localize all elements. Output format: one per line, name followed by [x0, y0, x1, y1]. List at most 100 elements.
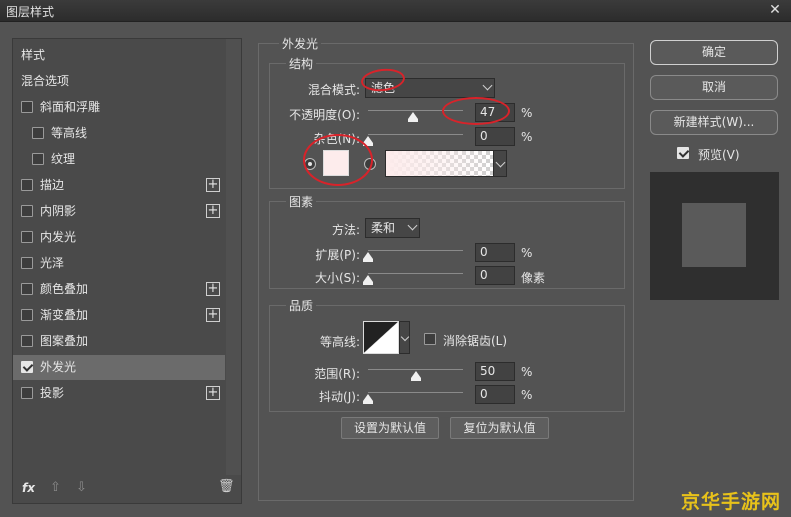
style-item-checkbox[interactable]: [21, 231, 33, 243]
style-preview: [650, 172, 779, 300]
style-item-checkbox[interactable]: [21, 335, 33, 347]
noise-slider[interactable]: [363, 134, 463, 146]
trash-icon[interactable]: 🗑: [218, 479, 235, 494]
chevron-down-icon: [482, 80, 493, 91]
style-item-label: 颜色叠加: [40, 282, 89, 296]
contour-label: 等高线:: [319, 335, 360, 349]
spread-unit: %: [521, 246, 533, 260]
style-item-checkbox[interactable]: [32, 127, 44, 139]
style-item-checkbox[interactable]: [21, 283, 33, 295]
style-item-label: 内发光: [40, 230, 77, 244]
style-item-checkbox[interactable]: [21, 101, 33, 113]
move-up-icon[interactable]: ⇧: [50, 480, 61, 495]
cancel-button[interactable]: 取消: [650, 75, 778, 100]
style-item-label: 投影: [40, 386, 65, 400]
style-item-label: 样式: [21, 48, 46, 62]
size-slider-thumb[interactable]: [363, 275, 373, 285]
style-item[interactable]: 斜面和浮雕: [13, 95, 225, 120]
style-item-checkbox[interactable]: [21, 387, 33, 399]
style-item[interactable]: 描边 +: [13, 173, 225, 198]
style-item-checkbox[interactable]: [21, 361, 33, 373]
structure-title: 结构: [286, 55, 317, 72]
size-input[interactable]: 0: [475, 266, 515, 285]
elements-title: 图素: [286, 193, 317, 210]
add-effect-icon[interactable]: +: [206, 308, 220, 322]
annotation-circle-color: [303, 134, 373, 186]
style-item[interactable]: 样式: [13, 43, 225, 68]
opacity-label: 不透明度(O):: [289, 108, 360, 122]
style-item[interactable]: 等高线: [13, 121, 225, 146]
noise-slider-thumb[interactable]: [363, 136, 373, 146]
add-effect-icon[interactable]: +: [206, 282, 220, 296]
styles-list-panel: 样式 混合选项 斜面和浮雕 等高线 纹理 描边 + 内阴影 + 内发光 光泽 颜色叠加 + 渐变叠加 + 图案…: [12, 38, 242, 504]
ok-button[interactable]: 确定: [650, 40, 778, 65]
opacity-slider-thumb[interactable]: [407, 112, 418, 122]
add-effect-icon[interactable]: +: [206, 204, 220, 218]
range-input[interactable]: 50: [475, 362, 515, 381]
new-style-button[interactable]: 新建样式(W)...: [650, 110, 778, 135]
style-item[interactable]: 图案叠加: [13, 329, 225, 354]
title-bar: 图层样式 ✕: [0, 0, 791, 22]
technique-label: 方法:: [331, 223, 360, 237]
opacity-unit: %: [521, 106, 533, 120]
antialias-checkbox[interactable]: [424, 333, 436, 345]
contour-preview[interactable]: [363, 321, 399, 354]
style-item[interactable]: 内阴影 +: [13, 199, 225, 224]
reset-default-button[interactable]: 复位为默认值: [450, 417, 549, 439]
technique-value: 柔和: [371, 221, 396, 235]
quality-group: 品质 等高线: 消除锯齿(L) 范围(R): 50 % 抖动(J): 0 %: [269, 297, 625, 412]
style-item-checkbox[interactable]: [32, 153, 44, 165]
style-item-checkbox[interactable]: [21, 309, 33, 321]
size-unit: 像素: [521, 271, 546, 285]
style-item-checkbox[interactable]: [21, 179, 33, 191]
move-down-icon[interactable]: ⇩: [76, 480, 87, 495]
style-item-label: 外发光: [40, 360, 77, 374]
style-item-checkbox[interactable]: [21, 257, 33, 269]
size-slider[interactable]: [363, 273, 463, 285]
range-slider-thumb[interactable]: [410, 371, 421, 381]
quality-title: 品质: [286, 297, 317, 314]
style-item[interactable]: 颜色叠加 +: [13, 277, 225, 302]
fx-icon[interactable]: fx: [22, 481, 35, 495]
window-title: 图层样式: [6, 5, 55, 19]
preview-checkbox[interactable]: [677, 147, 689, 159]
annotation-circle-opacity: [442, 97, 510, 125]
scrollbar[interactable]: [226, 39, 241, 475]
style-item[interactable]: 渐变叠加 +: [13, 303, 225, 328]
outer-glow-title: 外发光: [279, 35, 322, 52]
style-item[interactable]: 投影 +: [13, 381, 225, 406]
noise-unit: %: [521, 130, 533, 144]
spread-slider[interactable]: [363, 250, 463, 262]
style-item[interactable]: 混合选项: [13, 69, 225, 94]
close-icon[interactable]: ✕: [765, 2, 785, 20]
jitter-input[interactable]: 0: [475, 385, 515, 404]
noise-input[interactable]: 0: [475, 127, 515, 146]
technique-select[interactable]: 柔和: [365, 218, 420, 238]
spread-slider-thumb[interactable]: [363, 252, 373, 262]
make-default-button[interactable]: 设置为默认值: [341, 417, 439, 439]
jitter-slider[interactable]: [363, 392, 463, 404]
jitter-slider-thumb[interactable]: [363, 394, 373, 404]
gradient-preview[interactable]: [385, 150, 495, 177]
antialias-label: 消除锯齿(L): [443, 334, 508, 348]
jitter-label: 抖动(J):: [319, 390, 360, 404]
size-label: 大小(S):: [314, 271, 360, 285]
style-item-label: 图案叠加: [40, 334, 89, 348]
style-item[interactable]: 内发光: [13, 225, 225, 250]
spread-input[interactable]: 0: [475, 243, 515, 262]
contour-dropdown[interactable]: [399, 321, 410, 354]
styles-list-footer: fx ⇧ ⇩ 🗑: [13, 475, 241, 503]
add-effect-icon[interactable]: +: [206, 178, 220, 192]
style-item[interactable]: 外发光: [13, 355, 225, 380]
spread-label: 扩展(P):: [315, 248, 360, 262]
add-effect-icon[interactable]: +: [206, 386, 220, 400]
style-item-label: 纹理: [51, 152, 76, 166]
style-item-checkbox[interactable]: [21, 205, 33, 217]
style-item-label: 内阴影: [40, 204, 77, 218]
style-item[interactable]: 光泽: [13, 251, 225, 276]
gradient-dropdown[interactable]: [493, 150, 507, 177]
blend-mode-label: 混合模式:: [307, 83, 360, 97]
style-item-label: 等高线: [51, 126, 88, 140]
range-slider[interactable]: [368, 369, 463, 381]
style-item[interactable]: 纹理: [13, 147, 225, 172]
